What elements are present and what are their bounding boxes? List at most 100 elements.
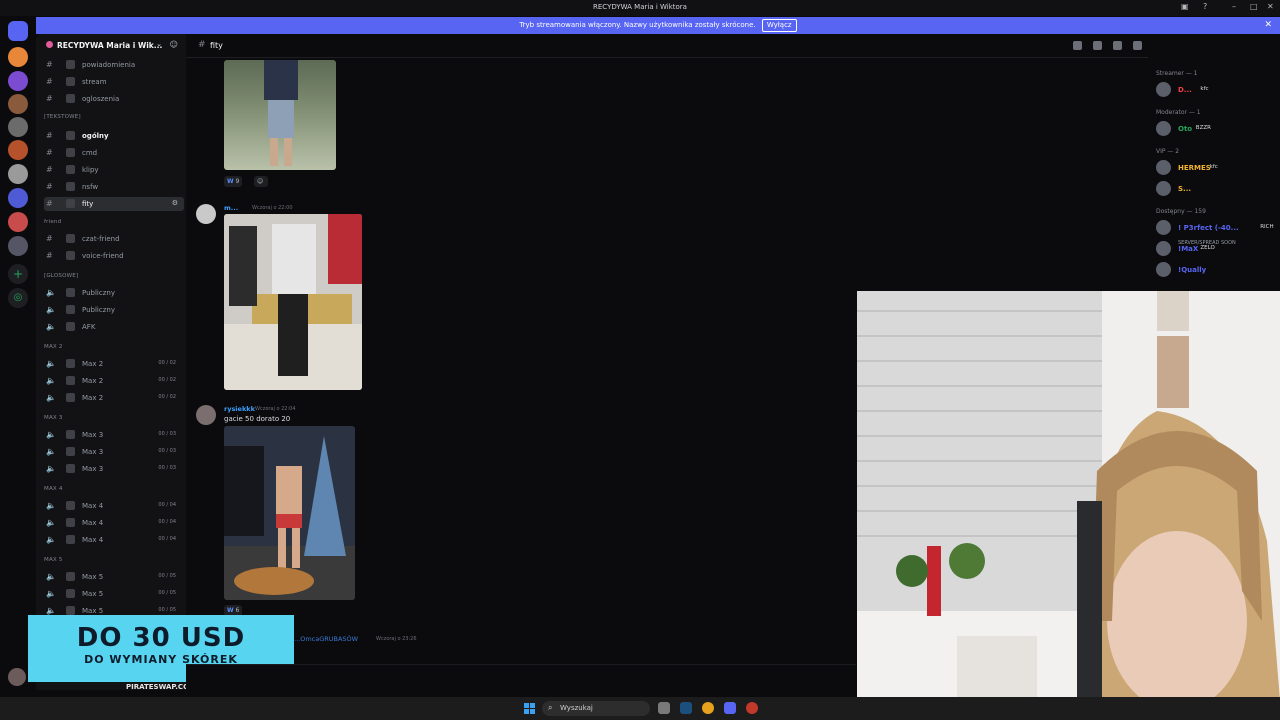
message-author[interactable]: ...OmcaGRUBASÓW: [294, 635, 358, 643]
steam-icon[interactable]: [680, 702, 692, 714]
channel-item[interactable]: 🔈 Max 2 00 / 02: [44, 391, 184, 405]
channel-category[interactable]: [GLOSOWE]: [44, 273, 78, 279]
channel-category[interactable]: [TEKSTOWE]: [44, 114, 81, 120]
reaction-emoji-icon: W: [227, 178, 234, 185]
speaker-icon: 🔈: [46, 572, 56, 581]
message-author[interactable]: m...: [224, 204, 238, 212]
server-icon[interactable]: [8, 236, 28, 256]
server-icon[interactable]: [8, 117, 28, 137]
channel-sidebar: RECYDYWA Maria i Wik... ⌄ ☺ # powiadomien…: [36, 34, 186, 690]
channel-item[interactable]: # ogloszenia: [44, 92, 184, 106]
maximize-icon[interactable]: □: [1250, 2, 1258, 11]
server-icon[interactable]: [8, 140, 28, 160]
channel-item[interactable]: 🔈 Max 5 00 / 05: [44, 570, 184, 584]
channel-label: fity: [82, 200, 94, 208]
channel-item[interactable]: 🔈 Max 5 00 / 05: [44, 587, 184, 601]
server-icon[interactable]: [8, 188, 28, 208]
channel-user-count: 00 / 02: [158, 394, 176, 400]
channel-item[interactable]: # klipy: [44, 163, 184, 177]
channel-label: czat-friend: [82, 235, 120, 243]
message-image[interactable]: [224, 214, 362, 390]
member-list-icon[interactable]: [1133, 41, 1142, 50]
channel-category[interactable]: MAX 5: [44, 557, 63, 563]
pin-icon[interactable]: [1113, 41, 1122, 50]
message-image[interactable]: [224, 426, 355, 600]
server-icon[interactable]: [8, 94, 28, 114]
member-item[interactable]: S...: [1156, 181, 1280, 197]
channel-settings-icon[interactable]: ⚙: [172, 199, 178, 207]
channel-label: voice-friend: [82, 252, 124, 260]
task-view-icon[interactable]: [658, 702, 670, 714]
channel-item[interactable]: # powiadomienia: [44, 58, 184, 72]
channel-item[interactable]: # voice-friend: [44, 249, 184, 263]
help-icon[interactable]: ?: [1203, 2, 1207, 11]
channel-item[interactable]: # czat-friend: [44, 232, 184, 246]
channel-item[interactable]: 🔈 Max 3 00 / 03: [44, 445, 184, 459]
channel-item[interactable]: 🔈 Max 4 00 / 04: [44, 499, 184, 513]
channel-item[interactable]: 🔈 Max 4 00 / 04: [44, 533, 184, 547]
message-avatar[interactable]: [196, 405, 216, 425]
photo-content: [264, 60, 298, 166]
channel-item[interactable]: # fity ⚙: [44, 197, 184, 211]
channel-item[interactable]: 🔈 Max 3 00 / 03: [44, 462, 184, 476]
channel-item[interactable]: 🔈 Publiczny: [44, 286, 184, 300]
channel-category[interactable]: friend: [44, 219, 61, 225]
speaker-icon: 🔈: [46, 501, 56, 510]
channel-item[interactable]: # stream: [44, 75, 184, 89]
reaction-w[interactable]: W 9: [224, 176, 243, 187]
channel-item[interactable]: 🔈 Max 4 00 / 04: [44, 516, 184, 530]
notification-bell-icon[interactable]: [1093, 41, 1102, 50]
add-server-icon[interactable]: +: [8, 264, 28, 284]
channel-item[interactable]: # ogólny: [44, 129, 184, 143]
channel-item[interactable]: 🔈 Publiczny: [44, 303, 184, 317]
photo-content: [224, 214, 362, 390]
threads-icon[interactable]: [1073, 41, 1082, 50]
discord-app-icon[interactable]: [724, 702, 736, 714]
message-composer[interactable]: [186, 664, 856, 690]
member-group-header: VIP — 2: [1156, 148, 1180, 155]
message-author[interactable]: rysiekkk: [224, 405, 255, 413]
invite-people-icon[interactable]: ☺: [170, 40, 178, 49]
server-header[interactable]: RECYDYWA Maria i Wik... ⌄ ☺: [36, 34, 186, 58]
disable-streamer-mode-button[interactable]: Wyłącz: [761, 19, 797, 32]
server-icon[interactable]: [8, 164, 28, 184]
message-avatar[interactable]: [196, 204, 216, 224]
inbox-icon[interactable]: ▣: [1181, 2, 1189, 11]
member-tag: kfc: [1209, 164, 1218, 170]
message-timestamp: Wczoraj o 22:00: [252, 205, 293, 211]
channel-item[interactable]: 🔈 Max 3 00 / 03: [44, 428, 184, 442]
channel-item[interactable]: 🔈 AFK: [44, 320, 184, 334]
message-timestamp: Wczoraj o 22:04: [255, 406, 296, 412]
member-item[interactable]: HERMES kfc: [1156, 160, 1280, 176]
member-item[interactable]: ! P3rfect (-40... RICH: [1156, 220, 1280, 236]
taskbar-search[interactable]: ⌕ Wyszukaj: [542, 701, 650, 716]
user-avatar[interactable]: [8, 668, 26, 686]
member-item[interactable]: Oto BZZR: [1156, 121, 1280, 137]
speaker-icon: 🔈: [46, 464, 56, 473]
channel-category[interactable]: MAX 4: [44, 486, 63, 492]
member-item[interactable]: D... kfc: [1156, 82, 1280, 98]
member-item[interactable]: !Qually: [1156, 262, 1280, 278]
channel-category[interactable]: MAX 2: [44, 344, 63, 350]
channel-emoji-icon: [66, 251, 75, 260]
member-avatar: [1156, 241, 1171, 256]
close-banner-icon[interactable]: ✕: [1264, 17, 1272, 34]
server-icon[interactable]: [8, 47, 28, 67]
channel-item[interactable]: 🔈 Max 2 00 / 02: [44, 357, 184, 371]
close-window-icon[interactable]: ✕: [1267, 2, 1274, 11]
hash-icon: #: [46, 131, 53, 140]
channel-item[interactable]: 🔈 Max 2 00 / 02: [44, 374, 184, 388]
server-icon[interactable]: [8, 212, 28, 232]
windows-start-icon[interactable]: [524, 703, 535, 714]
chrome-icon[interactable]: [702, 702, 714, 714]
discord-home-icon[interactable]: [8, 21, 28, 41]
message-image[interactable]: [224, 60, 336, 170]
channel-item[interactable]: # cmd: [44, 146, 184, 160]
obs-icon[interactable]: [746, 702, 758, 714]
channel-category[interactable]: MAX 3: [44, 415, 63, 421]
channel-item[interactable]: # nsfw: [44, 180, 184, 194]
minimize-icon[interactable]: –: [1232, 2, 1236, 11]
explore-icon[interactable]: ◎: [8, 288, 28, 308]
server-icon[interactable]: [8, 71, 28, 91]
add-reaction-icon[interactable]: ☺: [254, 176, 268, 187]
